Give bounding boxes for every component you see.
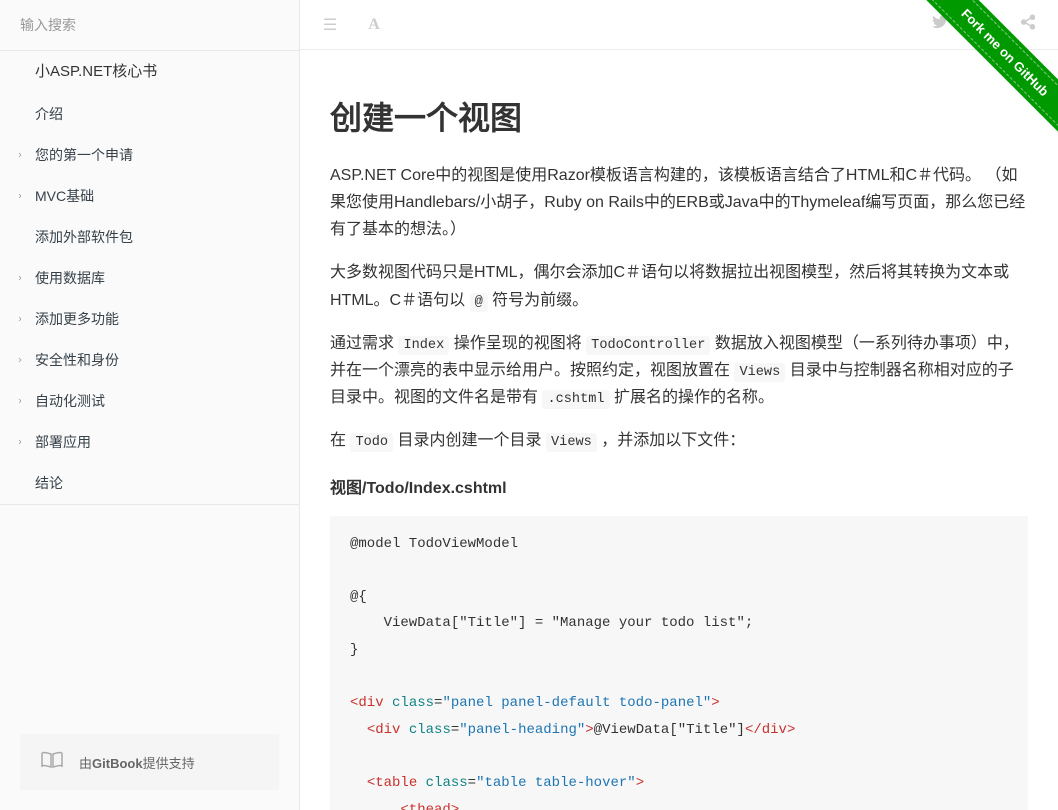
sidebar-item-first-app[interactable]: ›您的第一个申请	[0, 135, 299, 176]
paragraph: 通过需求 Index 操作呈现的视图将 TodoController 数据放入视…	[330, 330, 1028, 412]
sidebar-item-mvc[interactable]: ›MVC基础	[0, 176, 299, 217]
chevron-right-icon: ›	[15, 394, 25, 409]
paragraph: ASP.NET Core中的视图是使用Razor模板语言构建的，该模板语言结合了…	[330, 162, 1028, 244]
inline-code: Views	[546, 433, 597, 452]
github-ribbon[interactable]: Fork me on GitHub	[908, 0, 1058, 150]
sidebar-item-database[interactable]: ›使用数据库	[0, 258, 299, 299]
file-path-header: 视图/Todo/Index.cshtml	[330, 475, 1028, 502]
chevron-right-icon: ›	[15, 271, 25, 286]
sidebar-item-more[interactable]: ›添加更多功能	[0, 299, 299, 340]
menu-toggle-button[interactable]: ☰	[312, 7, 348, 43]
chevron-right-icon: ›	[15, 312, 25, 327]
font-settings-button[interactable]: A	[356, 7, 392, 43]
article-content[interactable]: 创建一个视图 ASP.NET Core中的视图是使用Razor模板语言构建的，该…	[300, 50, 1058, 810]
hamburger-icon: ☰	[323, 15, 337, 35]
chevron-right-icon: ›	[15, 435, 25, 450]
github-ribbon-label: Fork me on GitHub	[921, 0, 1058, 137]
sidebar-item-security[interactable]: ›安全性和身份	[0, 340, 299, 381]
inline-code: @	[470, 293, 488, 312]
inline-code: Todo	[350, 433, 393, 452]
inline-code: Views	[734, 363, 785, 382]
sidebar-item-testing[interactable]: ›自动化测试	[0, 381, 299, 422]
chevron-right-icon: ›	[15, 189, 25, 204]
sidebar-item-intro[interactable]: 介绍	[0, 94, 299, 135]
inline-code: Index	[398, 336, 449, 355]
sidebar-book-title[interactable]: 小ASP.NET核心书	[0, 51, 299, 94]
code-block: @model TodoViewModel @{ ViewData["Title"…	[330, 516, 1028, 810]
nav-list: 小ASP.NET核心书 介绍 ›您的第一个申请 ›MVC基础 添加外部软件包 ›…	[0, 51, 299, 714]
sidebar-item-conclusion[interactable]: 结论	[0, 463, 299, 504]
sidebar: 小ASP.NET核心书 介绍 ›您的第一个申请 ›MVC基础 添加外部软件包 ›…	[0, 0, 300, 810]
paragraph: 在 Todo 目录内创建一个目录 Views ，并添加以下文件：	[330, 427, 1028, 454]
paragraph: 大多数视图代码只是HTML，偶尔会添加C＃语句以将数据拉出视图模型，然后将其转换…	[330, 259, 1028, 313]
search-input[interactable]	[20, 10, 279, 40]
inline-code: .cshtml	[542, 390, 609, 409]
gitbook-text: 由GitBook提供支持	[79, 753, 195, 772]
main: ☰ A 创建一个视图 ASP.NET Core中的视图是使用Razor模板语言构…	[300, 0, 1058, 810]
chevron-right-icon: ›	[15, 148, 25, 163]
inline-code: TodoController	[586, 336, 710, 355]
book-icon	[40, 749, 64, 775]
sidebar-item-deploy[interactable]: ›部署应用	[0, 422, 299, 463]
sidebar-item-packages[interactable]: 添加外部软件包	[0, 217, 299, 258]
font-icon: A	[368, 16, 380, 34]
gitbook-link[interactable]: 由GitBook提供支持	[20, 734, 279, 790]
search-box	[0, 0, 299, 51]
chevron-right-icon: ›	[15, 353, 25, 368]
